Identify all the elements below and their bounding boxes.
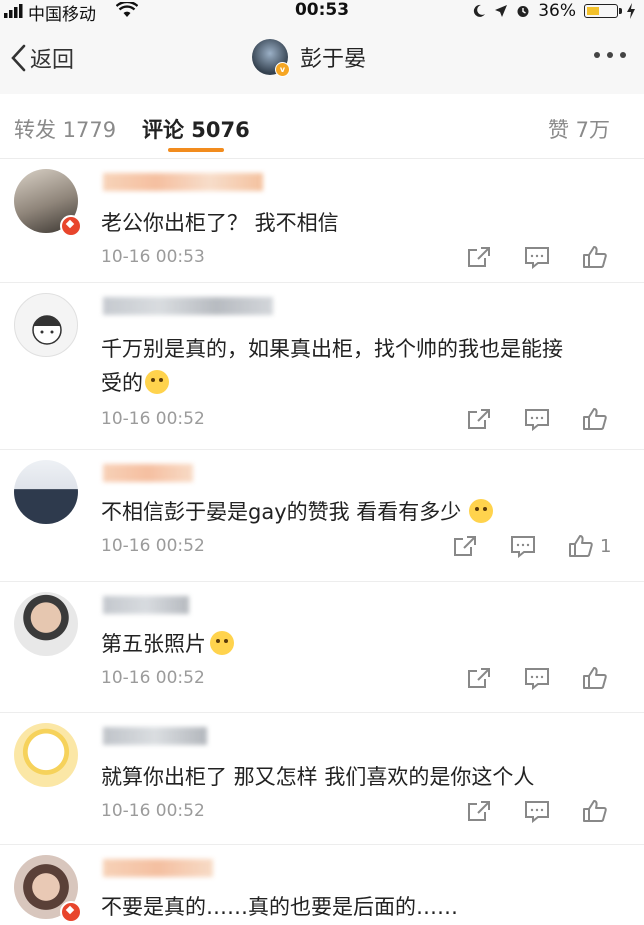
forward-button[interactable] (466, 245, 492, 269)
commenter-name[interactable] (103, 297, 273, 315)
comment-text: 老公你出柜了？ 我不相信 (101, 211, 339, 235)
commenter-name[interactable] (103, 464, 193, 482)
forward-button[interactable] (452, 534, 478, 558)
avatar[interactable] (14, 723, 78, 787)
comment-text: 不相信彭于晏是gay的赞我 看看有多少 (101, 496, 494, 526)
comment-icon (525, 801, 549, 823)
status-right-group: 36% (472, 0, 636, 22)
comment-list: 老公你出柜了？ 我不相信 10-16 00:53 千万别是真的，如果真出柜，找个… (0, 159, 644, 925)
like-count: 1 (600, 535, 612, 557)
tab-comments[interactable]: 评论 5076 (142, 114, 250, 144)
commenter-name[interactable] (103, 596, 189, 614)
active-tab-indicator (168, 148, 224, 152)
comment-text: 千万别是真的，如果真出柜，找个帅的我也是能接 (101, 337, 563, 361)
avatar[interactable] (14, 460, 78, 524)
page-title: 彭于晏 (300, 47, 367, 72)
like-icon (583, 667, 607, 689)
comment-text-body: 第五张照片 (101, 632, 206, 656)
comment-icon (525, 247, 549, 269)
back-label: 返回 (30, 48, 75, 73)
like-icon (569, 535, 593, 557)
comment-time: 10-16 00:53 (101, 247, 205, 267)
like-button[interactable] (582, 407, 608, 431)
back-chevron-icon (11, 44, 26, 72)
comment-text: 不要是真的……真的也要是后面的…… (101, 895, 458, 919)
tab-likes[interactable]: 赞 7万 (548, 114, 610, 144)
moon-icon (474, 4, 486, 17)
battery-icon (584, 4, 622, 18)
comment-item: 就算你出柜了 那又怎样 我们喜欢的是你这个人 10-16 00:52 (0, 713, 644, 845)
comment-button[interactable] (524, 666, 550, 690)
comment-time: 10-16 00:52 (101, 801, 205, 821)
comment-button[interactable] (524, 407, 550, 431)
avatar: v (252, 39, 290, 77)
forward-icon (454, 536, 476, 556)
commenter-name[interactable] (103, 173, 263, 191)
comment-text: 就算你出柜了 那又怎样 我们喜欢的是你这个人 (101, 765, 535, 789)
forward-icon (468, 409, 490, 429)
comment-time: 10-16 00:52 (101, 409, 205, 429)
more-dots-icon[interactable] (594, 52, 626, 58)
comment-time: 10-16 00:52 (101, 668, 205, 688)
verified-badge (60, 215, 82, 237)
avatar[interactable] (14, 592, 78, 656)
tab-bar: 转发 1779 评论 5076 赞 7万 (0, 94, 644, 159)
like-button[interactable]: 1 (568, 534, 611, 558)
comment-button[interactable] (510, 534, 536, 558)
comment-item: 不要是真的……真的也要是后面的…… (0, 845, 644, 925)
forward-button[interactable] (466, 666, 492, 690)
avatar[interactable] (14, 293, 78, 357)
emoji-icon (145, 370, 169, 394)
comment-item: 不相信彭于晏是gay的赞我 看看有多少 10-16 00:52 1 (0, 450, 644, 582)
emoji-icon (210, 631, 234, 655)
comment-text-line-2: 受的 (101, 367, 169, 397)
commenter-name[interactable] (103, 859, 213, 877)
emoji-icon (469, 499, 494, 523)
comment-time: 10-16 00:52 (101, 536, 205, 556)
back-button[interactable]: 返回 (10, 43, 74, 73)
comment-icon (525, 668, 549, 690)
comment-text-body: 不相信彭于晏是gay的赞我 看看有多少 (101, 500, 462, 524)
comment-text: 第五张照片 (101, 628, 234, 658)
profile-title[interactable]: v 彭于晏 (252, 39, 367, 77)
comment-item: 第五张照片 10-16 00:52 (0, 582, 644, 713)
comment-text-continuation: 受的 (101, 371, 143, 395)
charging-icon (627, 3, 635, 19)
commenter-name[interactable] (103, 727, 207, 745)
navigation-bar: 返回 v 彭于晏 (0, 22, 644, 95)
comment-item: 千万别是真的，如果真出柜，找个帅的我也是能接 受的 10-16 00:52 (0, 283, 644, 450)
forward-icon (468, 668, 490, 688)
comment-button[interactable] (524, 799, 550, 823)
cartoon-avatar-icon (32, 315, 62, 345)
like-icon (583, 800, 607, 822)
like-button[interactable] (582, 245, 608, 269)
verified-badge: v (275, 62, 290, 77)
status-bar: 中国移动 00:53 36% (0, 0, 644, 25)
like-icon (583, 246, 607, 268)
alarm-icon (517, 6, 529, 17)
like-button[interactable] (582, 666, 608, 690)
forward-button[interactable] (466, 407, 492, 431)
verified-badge (60, 901, 82, 923)
comment-item: 老公你出柜了？ 我不相信 10-16 00:53 (0, 159, 644, 283)
forward-icon (468, 801, 490, 821)
like-button[interactable] (582, 799, 608, 823)
like-icon (583, 408, 607, 430)
battery-percent: 36% (538, 1, 576, 21)
comment-button[interactable] (524, 245, 550, 269)
forward-button[interactable] (466, 799, 492, 823)
location-icon (495, 5, 508, 17)
forward-icon (468, 247, 490, 267)
comment-icon (525, 409, 549, 431)
comment-icon (511, 536, 535, 558)
tab-forwards[interactable]: 转发 1779 (14, 114, 116, 144)
